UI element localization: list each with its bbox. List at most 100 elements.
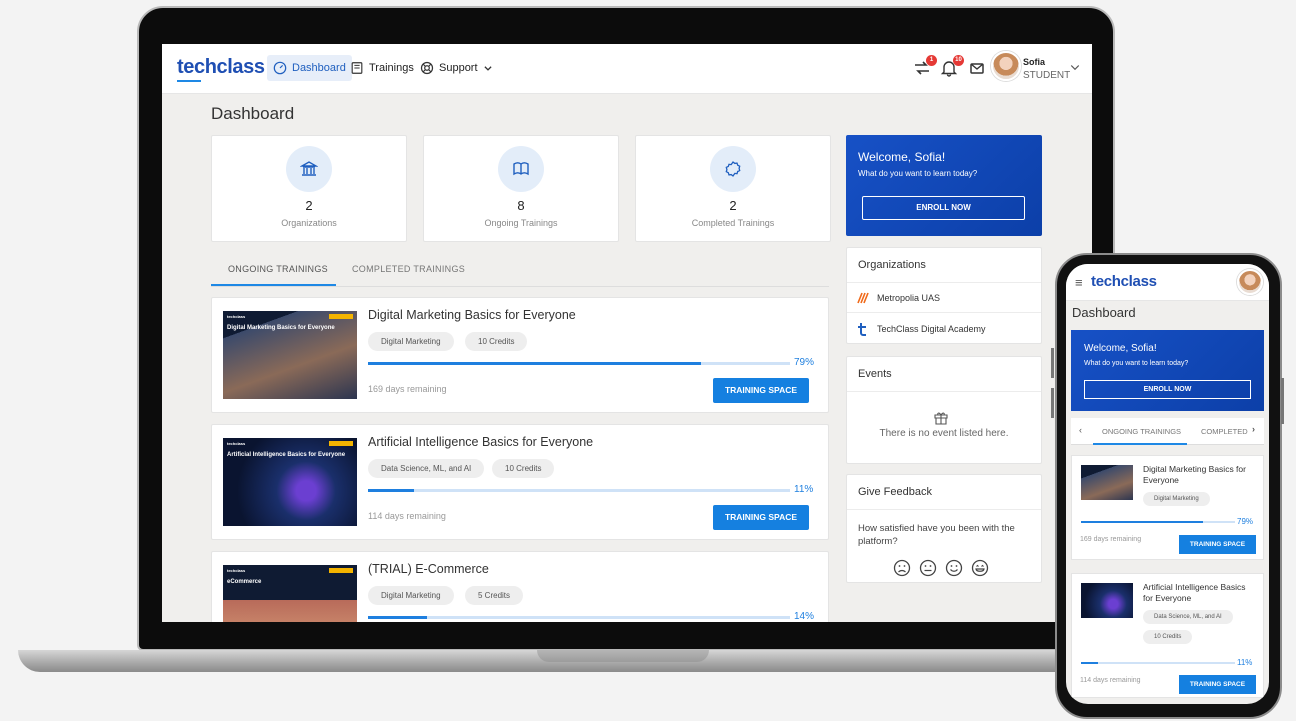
nav-dashboard[interactable]: Dashboard xyxy=(267,55,352,81)
credits-chip: 10 Credits xyxy=(492,459,555,478)
training-space-button[interactable]: TRAINING SPACE xyxy=(713,505,809,530)
enroll-now-button[interactable]: ENROLL NOW xyxy=(862,196,1025,220)
book-icon xyxy=(513,162,529,176)
stat-card-completed: 2 Completed Trainings xyxy=(635,135,831,242)
credits-chip: 10 Credits xyxy=(465,332,528,351)
stat-label: Organizations xyxy=(281,218,337,228)
active-tab-indicator xyxy=(211,284,336,286)
stat-card-organizations: 2 Organizations xyxy=(211,135,407,242)
training-card: Artificial Intelligence Basics for Every… xyxy=(1071,573,1264,698)
techclass-logo[interactable]: techclass xyxy=(177,56,265,82)
laptop-notch xyxy=(537,650,709,662)
progress-bar xyxy=(1081,521,1235,523)
tab-completed-trainings[interactable]: COMPLETED xyxy=(1201,427,1248,436)
progress-bar xyxy=(368,616,790,619)
training-title[interactable]: Artificial Intelligence Basics for Every… xyxy=(368,435,593,449)
laptop-screen: techclass Dashboard Trainings Support 1 … xyxy=(162,44,1092,622)
training-thumbnail[interactable]: techclass Digital Marketing Basics for E… xyxy=(223,311,357,399)
feedback-question: How satisfied have you been with the pla… xyxy=(858,523,1015,547)
page-title: Dashboard xyxy=(211,104,295,123)
stat-card-ongoing: 8 Ongoing Trainings xyxy=(423,135,619,242)
training-title[interactable]: Digital Marketing Basics for Everyone xyxy=(1143,464,1253,486)
training-title[interactable]: Artificial Intelligence Basics for Every… xyxy=(1143,582,1253,604)
credits-chip: 10 Credits xyxy=(1143,630,1193,644)
techclass-logo[interactable]: techclass xyxy=(1091,273,1157,290)
category-chip: Digital Marketing xyxy=(368,332,454,351)
support-icon xyxy=(420,61,434,75)
hamburger-menu-icon[interactable]: ≡ xyxy=(1075,275,1083,290)
page-title: Dashboard xyxy=(1072,305,1136,320)
training-space-button[interactable]: TRAINING SPACE xyxy=(1179,535,1256,554)
training-title[interactable]: (TRIAL) E-Commerce xyxy=(368,562,489,576)
chevron-right-icon[interactable]: › xyxy=(1249,424,1255,434)
training-tabs: ONGOING TRAININGS COMPLETED TRAININGS xyxy=(211,257,829,287)
feedback-title: Give Feedback xyxy=(858,486,932,498)
welcome-title: Welcome, Sofia! xyxy=(1084,343,1157,354)
training-thumbnail[interactable]: techclass eCommerce xyxy=(223,565,357,622)
progress-percent: 11% xyxy=(1237,658,1253,667)
trainings-icon xyxy=(351,62,363,74)
training-title[interactable]: Digital Marketing Basics for Everyone xyxy=(368,308,576,322)
bank-icon xyxy=(300,161,318,176)
training-tabs: ‹ ONGOING TRAININGS COMPLETED › xyxy=(1071,418,1264,445)
stat-value: 2 xyxy=(729,198,737,213)
training-space-button[interactable]: TRAINING SPACE xyxy=(1179,675,1256,694)
days-remaining: 169 days remaining xyxy=(1080,536,1142,543)
training-card: techclass eCommerce (TRIAL) E-Commerce D… xyxy=(211,551,829,622)
welcome-title: Welcome, Sofia! xyxy=(858,150,946,164)
progress-bar xyxy=(368,489,790,492)
top-navbar: techclass Dashboard Trainings Support 1 … xyxy=(162,44,1092,94)
credits-chip: 5 Credits xyxy=(465,586,524,605)
training-card: Digital Marketing Basics for Everyone Di… xyxy=(1071,455,1264,560)
training-thumbnail[interactable] xyxy=(1081,465,1133,500)
days-remaining: 114 days remaining xyxy=(1080,677,1141,684)
laugh-face-icon[interactable] xyxy=(971,559,989,577)
events-title: Events xyxy=(858,368,892,380)
switch-badge: 1 xyxy=(926,55,937,66)
metropolia-logo-icon xyxy=(857,292,869,304)
welcome-card: Welcome, Sofia! What do you want to lear… xyxy=(846,135,1042,236)
org-item-metropolia[interactable]: Metropolia UAS xyxy=(856,291,940,305)
stat-value: 8 xyxy=(517,198,525,213)
empty-box-icon xyxy=(934,412,948,425)
tab-ongoing-trainings[interactable]: ONGOING TRAININGS xyxy=(1102,427,1181,436)
mail-icon[interactable] xyxy=(968,59,986,77)
stat-label: Ongoing Trainings xyxy=(484,218,558,228)
enroll-now-button[interactable]: ENROLL NOW xyxy=(1084,380,1251,399)
training-card: techclass Artificial Intelligence Basics… xyxy=(211,424,829,540)
feedback-card: Give Feedback How satisfied have you bee… xyxy=(846,474,1042,583)
organizations-title: Organizations xyxy=(858,259,926,271)
welcome-subtitle: What do you want to learn today? xyxy=(858,169,978,178)
dashboard-icon xyxy=(273,61,287,75)
neutral-face-icon[interactable] xyxy=(919,559,937,577)
org-item-techclass[interactable]: TechClass Digital Academy xyxy=(856,322,986,336)
progress-bar xyxy=(1081,662,1235,664)
sad-face-icon[interactable] xyxy=(893,559,911,577)
chevron-left-icon[interactable]: ‹ xyxy=(1079,425,1082,435)
nav-support[interactable]: Support xyxy=(414,55,499,81)
progress-bar xyxy=(368,362,790,365)
training-thumbnail[interactable] xyxy=(1081,583,1133,618)
progress-percent: 14% xyxy=(794,611,815,622)
active-tab-indicator xyxy=(1093,443,1187,445)
tab-completed-trainings[interactable]: COMPLETED TRAININGS xyxy=(352,264,465,274)
techclass-logo-icon xyxy=(858,323,866,336)
tab-ongoing-trainings[interactable]: ONGOING TRAININGS xyxy=(228,264,328,274)
user-avatar[interactable] xyxy=(991,51,1021,81)
training-space-button[interactable]: TRAINING SPACE xyxy=(713,378,809,403)
organizations-card: Organizations Metropolia UAS TechClass D… xyxy=(846,247,1042,344)
training-card: techclass Digital Marketing Basics for E… xyxy=(211,297,829,413)
phone-navbar: ≡ techclass xyxy=(1066,264,1269,301)
category-chip: Data Science, ML, and AI xyxy=(368,459,485,478)
training-thumbnail[interactable]: techclass Artificial Intelligence Basics… xyxy=(223,438,357,526)
notification-badge: 10 xyxy=(953,55,964,66)
progress-percent: 79% xyxy=(794,357,815,368)
user-menu-chevron-icon[interactable] xyxy=(1069,61,1081,73)
phone-screen: ≡ techclass Dashboard Welcome, Sofia! Wh… xyxy=(1066,264,1269,704)
smile-face-icon[interactable] xyxy=(945,559,963,577)
days-remaining: 114 days remaining xyxy=(368,511,446,521)
category-chip: Data Science, ML, and AI xyxy=(1143,610,1233,624)
user-avatar[interactable] xyxy=(1237,269,1263,295)
category-chip: Digital Marketing xyxy=(368,586,454,605)
nav-trainings[interactable]: Trainings xyxy=(344,55,420,81)
